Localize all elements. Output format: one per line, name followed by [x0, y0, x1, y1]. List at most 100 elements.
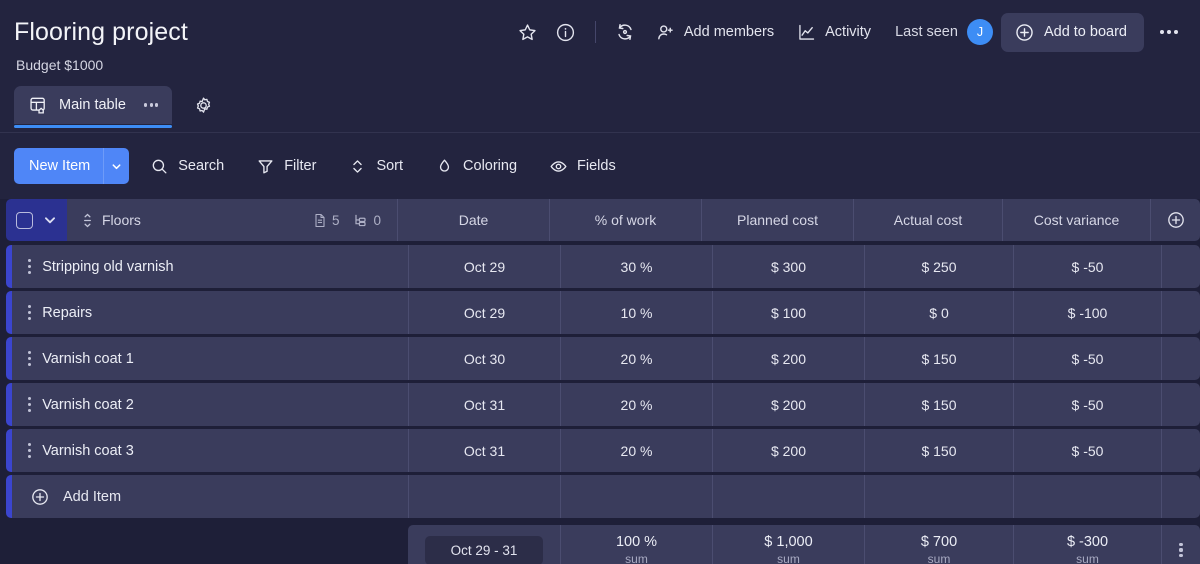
- summary-percent-value: 100 %: [615, 534, 658, 551]
- column-header-date[interactable]: Date: [397, 199, 549, 241]
- group-name-label: Floors: [102, 212, 141, 228]
- title-row: Flooring project Add members Activity La…: [14, 10, 1186, 54]
- select-all-checkbox[interactable]: [16, 211, 33, 229]
- summary-spacer: [12, 525, 408, 564]
- row-name-cell[interactable]: Stripping old varnish: [12, 245, 408, 288]
- row-percent-cell[interactable]: 30 %: [560, 245, 712, 288]
- row-planned-cost-cell[interactable]: $ 100: [712, 291, 864, 334]
- subitem-count-value: 0: [373, 212, 381, 228]
- table-row[interactable]: Repairs Oct 29 10 % $ 100 $ 0 $ -100: [6, 291, 1200, 334]
- row-actual-cost-cell[interactable]: $ 150: [864, 429, 1013, 472]
- summary-actual-cell[interactable]: $ 700 sum: [864, 525, 1013, 564]
- group-header[interactable]: Floors 5 0: [67, 199, 397, 241]
- row-tail-cell: [1161, 291, 1200, 334]
- row-menu-icon[interactable]: [28, 305, 32, 320]
- star-button[interactable]: [510, 14, 546, 50]
- tab-main-table-label: Main table: [59, 97, 126, 113]
- last-seen[interactable]: Last seen J: [895, 19, 993, 45]
- row-name-cell[interactable]: Varnish coat 3: [12, 429, 408, 472]
- add-to-board-button[interactable]: Add to board: [1000, 12, 1144, 52]
- row-planned-cost-cell[interactable]: $ 200: [712, 337, 864, 380]
- row-percent-cell[interactable]: 20 %: [560, 429, 712, 472]
- row-planned-cost-cell[interactable]: $ 200: [712, 429, 864, 472]
- summary-planned-cell[interactable]: $ 1,000 sum: [712, 525, 864, 564]
- summary-date-cell[interactable]: Oct 29 - 31: [408, 525, 560, 564]
- new-item-button[interactable]: New Item: [14, 148, 130, 184]
- coloring-label: Coloring: [463, 158, 518, 174]
- row-cost-variance-cell[interactable]: $ -50: [1013, 429, 1161, 472]
- group-counts: 5 0: [313, 213, 385, 228]
- table-row[interactable]: Varnish coat 3 Oct 31 20 % $ 200 $ 150 $ -50: [6, 429, 1200, 472]
- info-button[interactable]: [548, 14, 584, 50]
- summary-variance-cell[interactable]: $ -300 sum: [1013, 525, 1161, 564]
- column-header-planned-cost[interactable]: Planned cost: [701, 199, 853, 241]
- row-name-cell[interactable]: Varnish coat 1: [12, 337, 408, 380]
- column-header-actual-cost[interactable]: Actual cost: [853, 199, 1002, 241]
- row-actual-cost-cell[interactable]: $ 250: [864, 245, 1013, 288]
- row-actual-cost-cell[interactable]: $ 150: [864, 383, 1013, 426]
- board-more-options-button[interactable]: [1152, 15, 1186, 49]
- summary-more-options-button[interactable]: [1161, 525, 1200, 564]
- row-name-cell[interactable]: Repairs: [12, 291, 408, 334]
- row-name-label: Varnish coat 3: [42, 442, 134, 459]
- table-row[interactable]: Varnish coat 1 Oct 30 20 % $ 200 $ 150 $ -50: [6, 337, 1200, 380]
- row-planned-cost-cell[interactable]: $ 200: [712, 383, 864, 426]
- summary-percent-label: sum: [625, 551, 648, 564]
- chevron-down-icon[interactable]: [103, 148, 129, 184]
- row-actual-cost-cell[interactable]: $ 150: [864, 337, 1013, 380]
- activity-button[interactable]: Activity: [786, 15, 881, 50]
- drag-handle-icon[interactable]: [81, 213, 94, 228]
- row-date-cell[interactable]: Oct 31: [408, 429, 560, 472]
- table-row[interactable]: Stripping old varnish Oct 29 30 % $ 300 $ 25…: [6, 245, 1200, 288]
- row-cost-variance-cell[interactable]: $ -50: [1013, 383, 1161, 426]
- collapse-group-icon[interactable]: [37, 213, 63, 227]
- summary-variance-value: $ -300: [1066, 534, 1109, 551]
- add-row-planned-cell: [712, 475, 864, 518]
- add-members-button[interactable]: Add members: [645, 15, 784, 50]
- sort-button[interactable]: Sort: [337, 149, 414, 184]
- row-cost-variance-cell[interactable]: $ -50: [1013, 337, 1161, 380]
- column-header-cost-variance[interactable]: Cost variance: [1002, 199, 1150, 241]
- row-name-cell[interactable]: Varnish coat 2: [12, 383, 408, 426]
- avatar[interactable]: J: [966, 19, 993, 45]
- fields-button[interactable]: Fields: [538, 149, 627, 184]
- row-menu-icon[interactable]: [28, 397, 32, 412]
- row-menu-icon[interactable]: [28, 351, 32, 366]
- add-item-cell[interactable]: Add Item: [12, 475, 408, 518]
- update-button[interactable]: [607, 14, 643, 50]
- board-settings-button[interactable]: [186, 88, 220, 122]
- row-actual-cost-cell[interactable]: $ 0: [864, 291, 1013, 334]
- view-tabs: Main table: [14, 84, 1186, 128]
- row-planned-cost-cell[interactable]: $ 300: [712, 245, 864, 288]
- column-header-percent-of-work[interactable]: % of work: [549, 199, 701, 241]
- tab-main-table[interactable]: Main table: [14, 86, 173, 128]
- row-percent-cell[interactable]: 20 %: [560, 337, 712, 380]
- table-row[interactable]: Varnish coat 2 Oct 31 20 % $ 200 $ 150 $ -50: [6, 383, 1200, 426]
- summary-variance-label: sum: [1076, 551, 1099, 564]
- summary-percent-cell[interactable]: 100 % sum: [560, 525, 712, 564]
- search-icon: [150, 157, 169, 176]
- coloring-button[interactable]: Coloring: [424, 149, 528, 184]
- row-date-cell[interactable]: Oct 29: [408, 291, 560, 334]
- row-date-cell[interactable]: Oct 31: [408, 383, 560, 426]
- plus-circle-icon: [1014, 22, 1035, 43]
- last-seen-label: Last seen: [895, 24, 958, 40]
- row-date-cell[interactable]: Oct 29: [408, 245, 560, 288]
- filter-button[interactable]: Filter: [245, 149, 327, 184]
- row-name-label: Stripping old varnish: [42, 258, 174, 275]
- row-menu-icon[interactable]: [28, 259, 32, 274]
- row-cost-variance-cell[interactable]: $ -50: [1013, 245, 1161, 288]
- row-menu-icon[interactable]: [28, 443, 32, 458]
- row-percent-cell[interactable]: 10 %: [560, 291, 712, 334]
- search-button[interactable]: Search: [139, 149, 235, 184]
- eye-icon: [549, 157, 568, 176]
- row-percent-cell[interactable]: 20 %: [560, 383, 712, 426]
- row-date-cell[interactable]: Oct 30: [408, 337, 560, 380]
- add-column-button[interactable]: [1150, 199, 1200, 241]
- header-divider: [594, 21, 596, 43]
- tab-options-icon[interactable]: [143, 103, 159, 107]
- add-item-row[interactable]: Add Item: [6, 475, 1200, 518]
- star-icon: [517, 22, 538, 43]
- select-all-block[interactable]: [6, 199, 67, 241]
- row-cost-variance-cell[interactable]: $ -100: [1013, 291, 1161, 334]
